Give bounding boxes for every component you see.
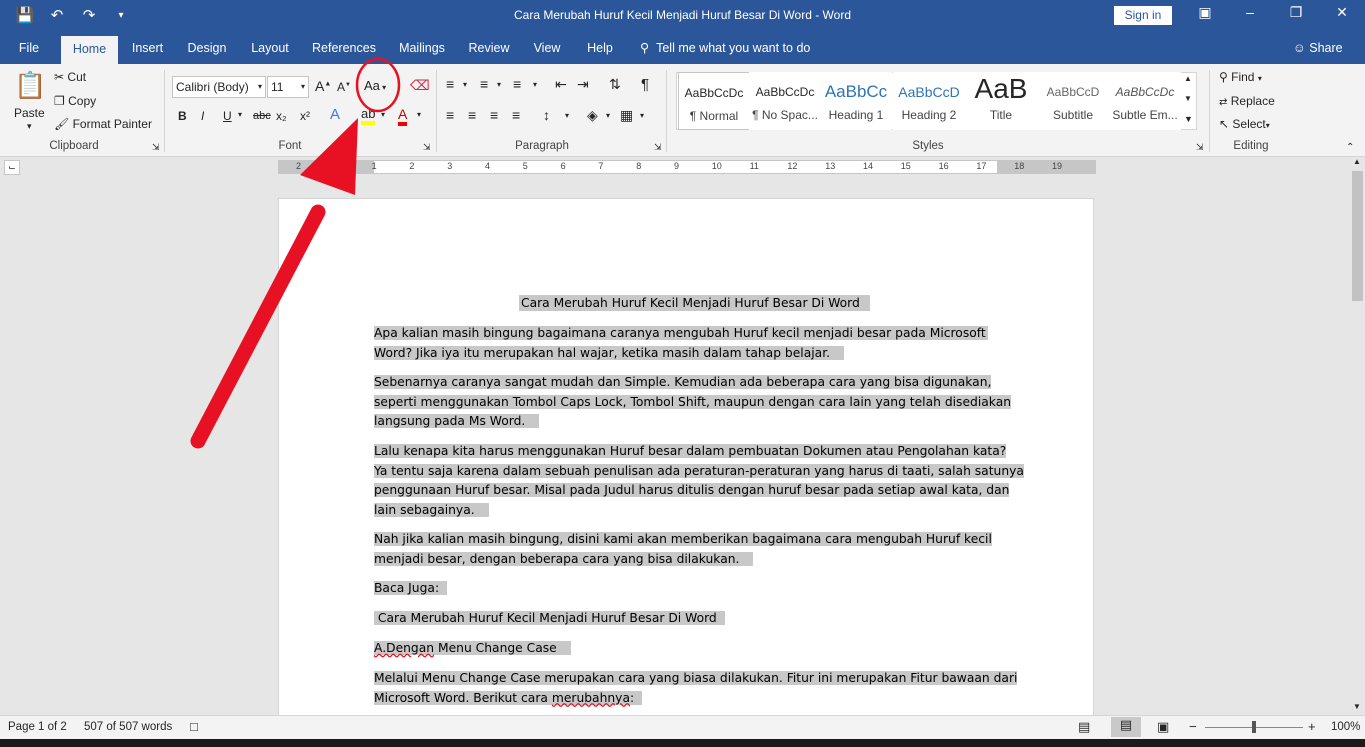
zoom-out-icon[interactable]: − <box>1189 719 1197 734</box>
taskbar <box>0 739 1365 747</box>
annotation-arrow-head <box>300 118 358 195</box>
annotation-overlay <box>190 57 401 449</box>
annotation-arrow-shaft <box>190 204 326 449</box>
print-layout-icon[interactable]: ▤ <box>1111 717 1141 737</box>
zoom-slider-thumb[interactable] <box>1252 721 1256 733</box>
status-bar: Page 1 of 2 507 of 507 words □ ▤ ▤ ▣ − +… <box>0 715 1365 739</box>
zoom-in-icon[interactable]: + <box>1308 719 1316 734</box>
annotation-circle <box>355 57 401 113</box>
read-mode-icon[interactable]: ▤ <box>1078 719 1090 735</box>
page-count[interactable]: Page 1 of 2 <box>8 721 67 733</box>
zoom-level[interactable]: 100% <box>1331 721 1360 733</box>
proofing-icon[interactable]: □ <box>190 719 198 734</box>
web-layout-icon[interactable]: ▣ <box>1157 719 1169 735</box>
word-count[interactable]: 507 of 507 words <box>84 721 172 733</box>
